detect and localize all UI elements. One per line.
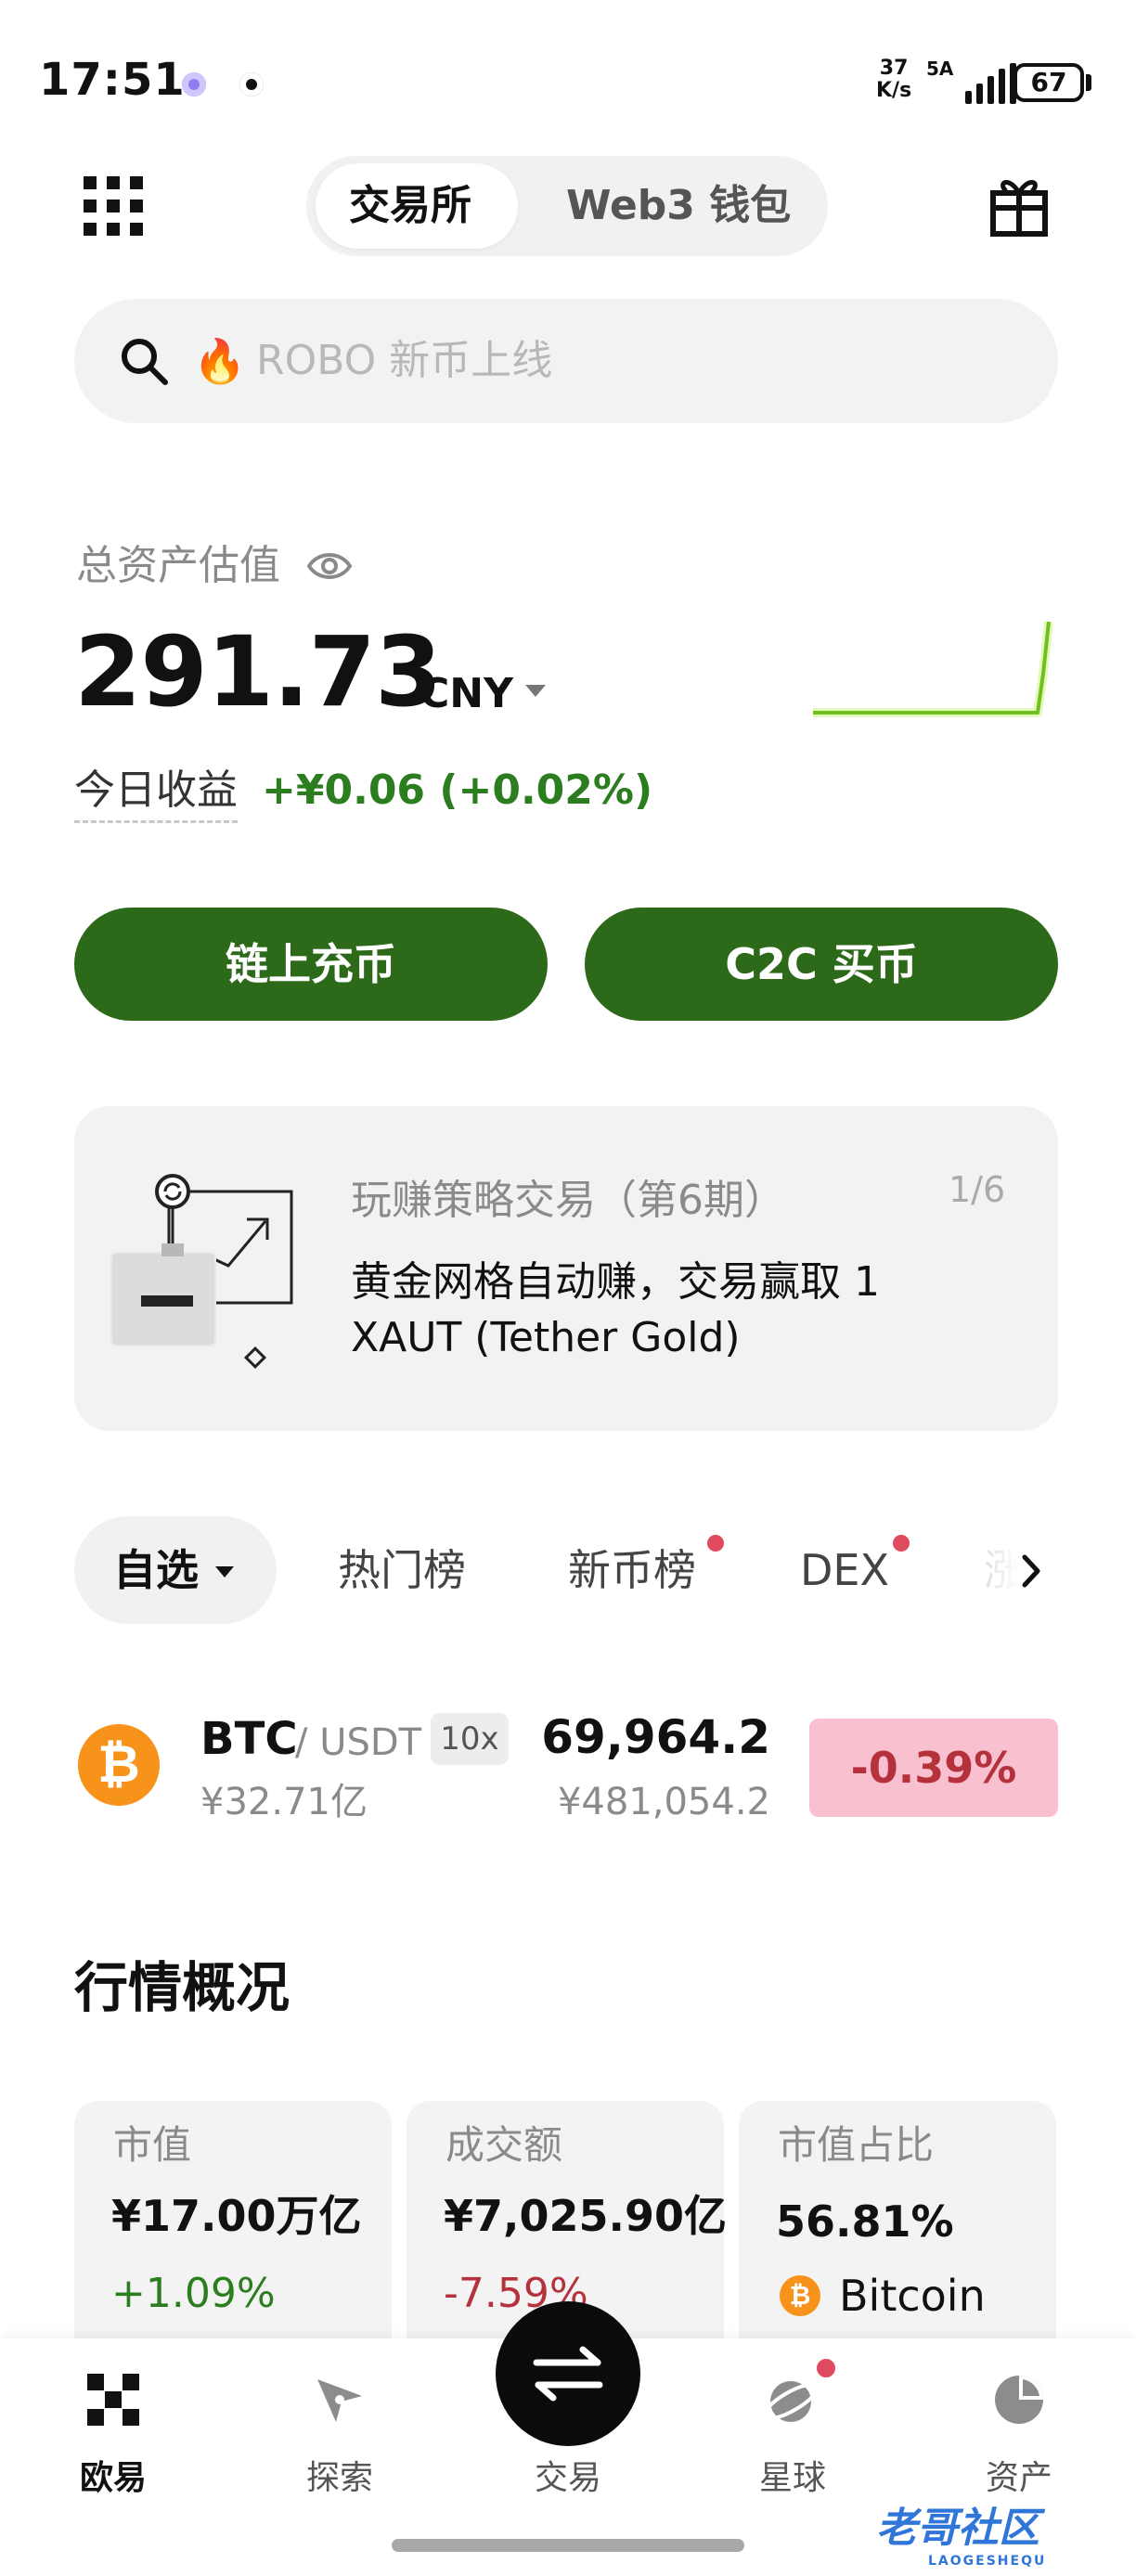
eye-icon[interactable] xyxy=(306,547,353,585)
dominance-coin: Bitcoin xyxy=(839,2271,986,2321)
planet-icon[interactable] xyxy=(761,2370,820,2429)
dominance-value: 56.81% xyxy=(776,2196,954,2247)
status-time: 17:51 xyxy=(39,54,186,106)
chevron-right-icon[interactable] xyxy=(1017,1550,1045,1592)
gift-icon[interactable] xyxy=(989,173,1049,238)
bitcoin-small-icon: ₿ xyxy=(780,2275,820,2316)
today-pnl-label[interactable]: 今日收益 xyxy=(74,763,238,823)
network-speed: 37 K/s xyxy=(876,57,912,102)
search-icon xyxy=(122,339,168,385)
signal-icon xyxy=(965,61,1016,104)
tab-favorites[interactable]: 自选 xyxy=(113,1540,199,1600)
home-indicator[interactable] xyxy=(392,2539,744,2552)
coin-symbol[interactable]: BTC xyxy=(200,1709,298,1769)
promo-pagination: 1/6 xyxy=(949,1169,1006,1210)
market-cap-value: ¥17.00万亿 xyxy=(111,2191,362,2241)
nav-explore[interactable]: 探索 xyxy=(275,2455,405,2502)
okx-logo-icon[interactable] xyxy=(84,2370,143,2429)
market-overview-title: 行情概况 xyxy=(74,1956,290,2019)
coin-change-badge[interactable]: -0.39% xyxy=(809,1719,1058,1817)
search-placeholder: ROBO 新币上线 xyxy=(256,337,553,384)
menu-grid-icon[interactable] xyxy=(84,176,143,236)
swap-arrows-icon xyxy=(533,2346,603,2402)
notification-icon xyxy=(182,72,206,97)
market-cap-change: +1.09% xyxy=(111,2270,276,2317)
promo-title: 玩赚策略交易（第6期） xyxy=(351,1177,785,1224)
onchain-deposit-button[interactable]: 链上充币 xyxy=(74,908,548,1021)
tab-hot[interactable]: 热门榜 xyxy=(338,1540,466,1600)
dominance-label: 市值占比 xyxy=(778,2122,935,2168)
total-assets-label: 总资产估值 xyxy=(76,542,280,589)
nav-assets[interactable]: 资产 xyxy=(954,2455,1084,2502)
leverage-badge: 10x xyxy=(431,1713,509,1765)
planet-notification-dot xyxy=(813,2355,839,2381)
nav-planet[interactable]: 星球 xyxy=(728,2455,858,2502)
fire-icon: 🔥 xyxy=(193,336,247,386)
tab-exchange[interactable]: 交易所 xyxy=(349,178,471,234)
tab-web3-wallet[interactable]: Web3 钱包 xyxy=(566,178,791,234)
nav-okx[interactable]: 欧易 xyxy=(48,2455,178,2502)
tab-new-coins[interactable]: 新币榜 xyxy=(568,1540,696,1600)
market-cap-label: 市值 xyxy=(113,2122,192,2168)
today-pnl-value: +¥0.06 (+0.02%) xyxy=(262,766,653,814)
explore-compass-icon[interactable] xyxy=(310,2370,369,2429)
watermark-text: 老哥社区 xyxy=(876,2505,1039,2552)
new-coins-dot xyxy=(707,1535,724,1552)
grid-strategy-illustration xyxy=(110,1174,293,1370)
watermark-subtext: LAOGESHEQU xyxy=(928,2554,1047,2569)
battery-icon: 67 xyxy=(1013,63,1084,102)
coin-volume: ¥32.71亿 xyxy=(200,1781,368,1823)
battery-tip xyxy=(1086,74,1091,91)
favorites-caret-icon[interactable] xyxy=(215,1566,234,1578)
dex-dot xyxy=(893,1535,910,1552)
currency-selector[interactable]: CNY xyxy=(420,666,513,722)
assets-sparkline xyxy=(813,621,1053,717)
caret-down-icon[interactable] xyxy=(525,685,546,697)
coin-price: 69,964.2 xyxy=(541,1710,770,1764)
tab-dex[interactable]: DEX xyxy=(800,1540,889,1600)
c2c-buy-button[interactable]: C2C 买币 xyxy=(585,908,1058,1021)
coin-price-cny: ¥481,054.2 xyxy=(557,1781,770,1823)
assets-pie-icon[interactable] xyxy=(989,2370,1049,2429)
coin-quote: / USDT xyxy=(295,1721,422,1764)
app-notification-icon xyxy=(239,72,264,97)
volume-label: 成交额 xyxy=(445,2122,563,2168)
signal-label: 5A xyxy=(926,58,954,80)
bitcoin-icon: ₿ xyxy=(78,1724,160,1806)
promo-body: 黄金网格自动赚，交易赢取 1 XAUT (Tether Gold) xyxy=(351,1258,880,1361)
volume-value: ¥7,025.90亿 xyxy=(444,2191,727,2241)
nav-trade[interactable]: 交易 xyxy=(503,2455,633,2502)
total-assets-value: 291.73 xyxy=(74,615,442,728)
